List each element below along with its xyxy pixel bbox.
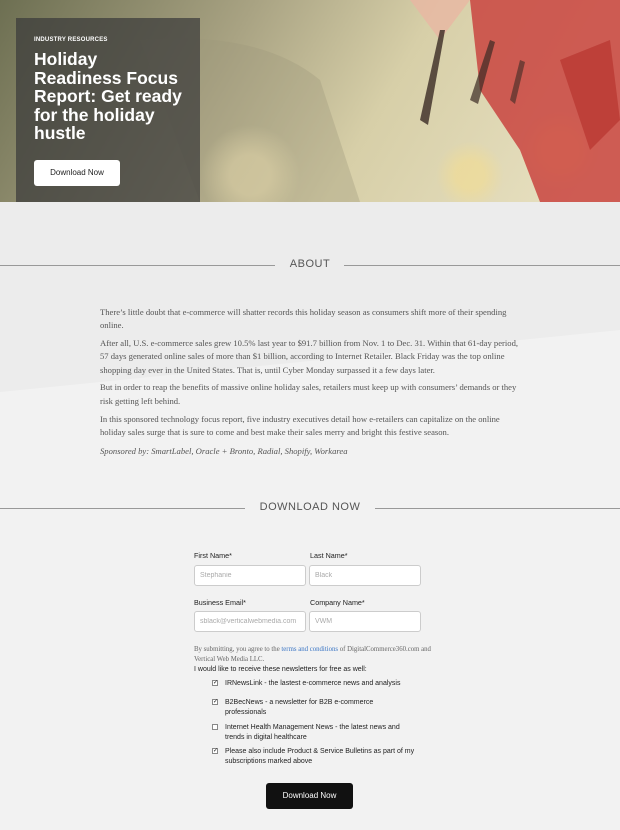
company-label: Company Name* [310,598,365,607]
download-heading: DOWNLOAD NOW [0,501,620,515]
company-input[interactable] [309,611,421,632]
about-body: There’s little doubt that e-commerce wil… [100,306,520,463]
newsletter-intro: I would like to receive these newsletter… [194,666,367,673]
first-name-input[interactable] [194,565,306,586]
about-paragraph: In this sponsored technology focus repor… [100,413,500,437]
first-name-label: First Name* [194,551,232,560]
checkbox-b2becnews[interactable]: ✓ [212,699,218,705]
newsletter-label: IRNewsLink - the lastest e-commerce news… [225,680,401,687]
about-paragraph: There’s little doubt that e-commerce wil… [100,307,507,331]
download-submit-button[interactable]: Download Now [266,783,353,809]
about-paragraph: After all, U.S. e-commerce sales grew 10… [100,338,519,375]
last-name-input[interactable] [309,565,421,586]
hero-banner: INDUSTRY RESOURCES Holiday Readiness Foc… [0,0,620,202]
about-paragraph: But in order to reap the benefits of mas… [100,382,517,406]
about-heading-label: ABOUT [289,258,331,270]
consent-text: By submitting, you agree to the terms an… [194,645,434,665]
newsletter-label: Please also include Product & Service Bu… [225,748,415,765]
terms-link[interactable]: terms and conditions [281,646,338,653]
newsletter-label: B2BecNews - a newsletter for B2B e-comme… [225,699,374,716]
email-input[interactable] [194,611,306,632]
hero-card: INDUSTRY RESOURCES Holiday Readiness Foc… [16,18,200,202]
hero-title: Holiday Readiness Focus Report: Get read… [34,49,182,143]
hero-download-button[interactable]: Download Now [34,159,120,186]
checkbox-bulletins[interactable]: ✓ [212,748,218,754]
last-name-label: Last Name* [310,551,348,560]
email-label: Business Email* [194,598,246,607]
sponsor-line: Sponsored by: SmartLabel, Oracle + Bront… [100,446,348,457]
download-heading-label: DOWNLOAD NOW [259,501,361,513]
newsletter-label: Internet Health Management News - the la… [225,724,400,741]
about-heading: ABOUT [0,258,620,272]
consent-pre: By submitting, you agree to the [194,646,282,653]
hero-eyebrow: INDUSTRY RESOURCES [34,37,108,43]
checkbox-health[interactable] [212,724,218,730]
checkbox-irnewslink[interactable]: ✓ [212,680,218,686]
